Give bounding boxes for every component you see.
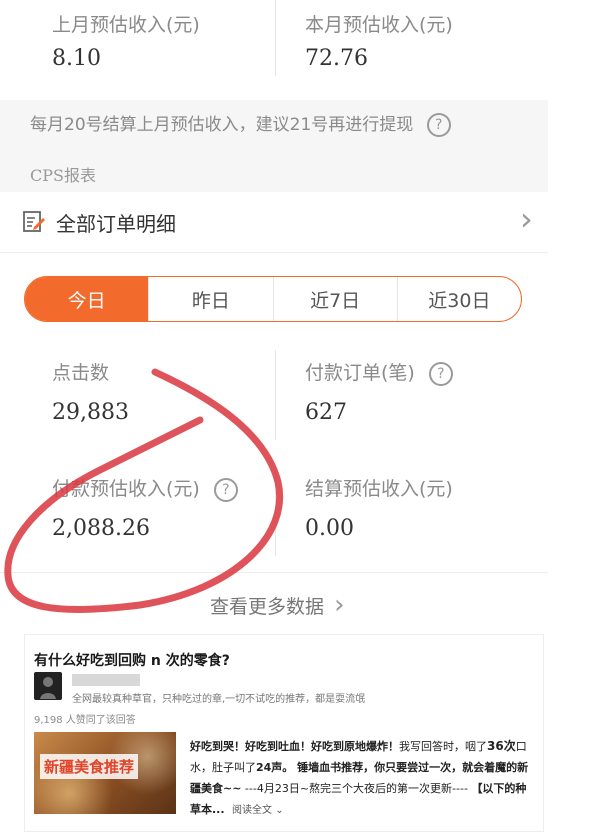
author-bio: 全网最较真种草官，只种吃过的章,一切不试吃的推荐，都是耍流氓 — [72, 694, 366, 705]
avatar[interactable] — [34, 672, 62, 700]
read-full-text-link[interactable]: 阅读全文 ⌄ — [232, 805, 284, 816]
red-annotation-circle — [4, 368, 283, 614]
settled-income-label: 结算预估收入(元) — [305, 478, 453, 500]
orders-help-icon[interactable]: ? — [428, 361, 453, 386]
thumbnail-caption: 新疆美食推荐 — [40, 754, 139, 779]
this-month-income-label: 本月预估收入(元) — [305, 14, 453, 36]
author-name-redacted — [72, 674, 140, 686]
tab-last-7-days[interactable]: 近7日 — [272, 277, 397, 321]
row-divider — [0, 252, 548, 253]
answer-question-title[interactable]: 有什么好吃到回购 n 次的零食? — [34, 650, 230, 670]
excerpt-plain-1: 我写回答时，咽了 — [399, 740, 487, 753]
this-month-income-value: 72.76 — [305, 46, 368, 71]
last-month-income-label: 上月预估收入(元) — [52, 14, 200, 36]
read-full-text-label: 阅读全文 — [232, 805, 273, 816]
chevron-right-icon: › — [520, 200, 533, 238]
date-range-tabs: 今日 昨日 近7日 近30日 — [24, 276, 522, 322]
avatar-person-icon — [40, 677, 56, 699]
excerpt-plain-3: ---4月23日~熬完三个大夜后的第一次更新---- — [241, 782, 472, 795]
chevron-down-icon: ⌄ — [275, 805, 284, 816]
settled-income-value: 0.00 — [305, 516, 354, 541]
tab-last-30-days[interactable]: 近30日 — [396, 277, 521, 321]
answer-excerpt[interactable]: 好吃到哭！好吃到吐血！好吃到原地爆炸！我写回答时，咽了36次口水，肚子叫了24声… — [190, 736, 530, 821]
likes-count: 9,198 人赞同了该回答 — [34, 715, 136, 726]
all-orders-label: 全部订单明细 — [56, 212, 176, 236]
chevron-right-icon: › — [334, 590, 345, 620]
answer-thumbnail[interactable]: 新疆美食推荐 — [34, 732, 176, 814]
tab-yesterday[interactable]: 昨日 — [148, 277, 272, 321]
excerpt-bold-2: 36次 — [487, 739, 516, 753]
settlement-notice-text: 每月20号结算上月预估收入，建议21号再进行提现 — [30, 115, 414, 135]
notice-help-icon[interactable]: ? — [426, 113, 451, 137]
excerpt-bold-1: 好吃到哭！好吃到吐血！好吃到原地爆炸！ — [190, 740, 399, 753]
tab-today[interactable]: 今日 — [25, 277, 149, 321]
summary-divider — [275, 0, 276, 76]
all-orders-row[interactable]: 全部订单明细 › — [0, 193, 548, 251]
cps-report-title: CPS报表 — [30, 166, 96, 185]
last-month-income-value: 8.10 — [52, 46, 101, 71]
paid-orders-value: 627 — [305, 400, 347, 425]
paid-orders-label: 付款订单(笔) ? — [305, 358, 453, 386]
paid-orders-label-text: 付款订单(笔) — [305, 362, 415, 384]
settlement-notice: 每月20号结算上月预估收入，建议21号再进行提现 ? — [30, 110, 451, 137]
edit-list-icon — [23, 211, 45, 232]
